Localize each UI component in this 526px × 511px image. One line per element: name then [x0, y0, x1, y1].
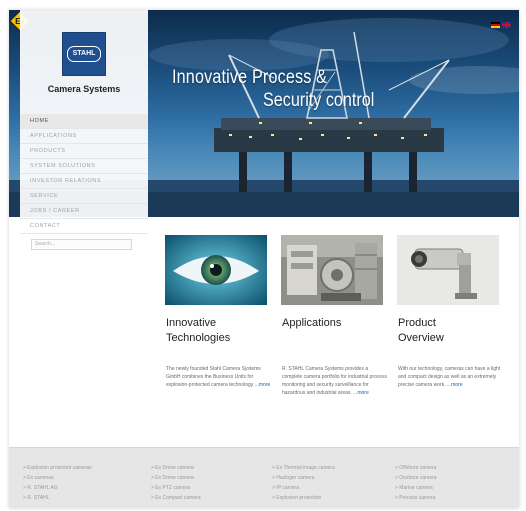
footer-column-3: > Ex Thermal image camera > Hazloger cam… [272, 463, 392, 503]
card-title-line: Applications [282, 317, 342, 329]
footer-link[interactable]: > Onshore camera [395, 473, 515, 483]
hero-headline-line-1: Innovative Process & [172, 67, 328, 88]
footer-link[interactable]: > Ex Thermal image camera [272, 463, 392, 473]
footer-column-4: > Offshore camera > Onshore camera > Mar… [395, 463, 515, 503]
innovative-technologies-image[interactable] [165, 235, 267, 305]
sidebar: STAHL Camera Systems HOME APPLICATIONS P… [20, 10, 148, 258]
language-switcher [491, 22, 511, 28]
footer-link[interactable]: > Ex Dome camera [151, 473, 271, 483]
footer-link[interactable]: > Ex Dome camera [151, 463, 271, 473]
more-link[interactable]: ...more [255, 382, 271, 388]
german-flag-icon[interactable] [491, 22, 500, 28]
footer-column-1: > Explosion protected cameras > Ex camer… [23, 463, 143, 503]
footer-link[interactable]: > Process camera [395, 493, 515, 503]
footer-link[interactable]: > R. STAHL AG [23, 483, 143, 493]
card-title-line: Overview [398, 332, 444, 344]
card-title-line: Technologies [166, 332, 231, 344]
brand-subtitle: Camera Systems [47, 84, 121, 94]
stahl-logo[interactable]: STAHL [62, 32, 106, 76]
nav-item-system-solutions[interactable]: SYSTEM SOLUTIONS [20, 159, 148, 174]
footer-link[interactable]: > Hazloger camera [272, 473, 392, 483]
footer-link[interactable]: > Explosion protection [272, 493, 392, 503]
footer-link[interactable]: > Offshore camera [395, 463, 515, 473]
nav-item-applications[interactable]: APPLICATIONS [20, 129, 148, 144]
footer: > Explosion protected cameras > Ex camer… [9, 447, 519, 508]
nav-item-contact[interactable]: CONTACT [20, 219, 148, 234]
nav-item-service[interactable]: SERVICE [20, 189, 148, 204]
card-title-line: Product [398, 317, 436, 329]
footer-column-2: > Ex Dome camera > Ex Dome camera > Ex P… [151, 463, 271, 503]
product-overview-image[interactable] [397, 235, 499, 305]
more-link[interactable]: ...more [353, 390, 369, 396]
card-title-line: Innovative [166, 317, 217, 329]
nav-item-home[interactable]: HOME [20, 114, 148, 129]
footer-link[interactable]: > Explosion protected cameras [23, 463, 143, 473]
logo-text: STAHL [67, 46, 101, 62]
card-body: R. STAHL Camera Systems provides a compl… [282, 366, 388, 396]
card-text-innovative: The newly founded Stahl Camera Systems G… [166, 365, 272, 389]
main-nav: HOME APPLICATIONS PRODUCTS SYSTEM SOLUTI… [20, 114, 148, 234]
card-text-applications: R. STAHL Camera Systems provides a compl… [282, 365, 388, 397]
nav-item-jobs-career[interactable]: JOBS / CAREER [20, 204, 148, 219]
uk-flag-icon[interactable] [502, 22, 511, 28]
hero-headline-line-2: Security control [263, 90, 375, 111]
footer-link[interactable]: > Marine camera [395, 483, 515, 493]
nav-item-investor-relations[interactable]: INVESTOR RELATIONS [20, 174, 148, 189]
card-title-innovative: Innovative Technologies [166, 316, 230, 346]
card-title-product-overview: Product Overview [398, 316, 444, 346]
search-input[interactable]: Search... [31, 239, 132, 250]
footer-link[interactable]: > Ex cameras [23, 473, 143, 483]
footer-link[interactable]: > Ex PTZ camera [151, 483, 271, 493]
page: Innovative Process & Security control Ex… [9, 10, 519, 508]
card-body: The newly founded Stahl Camera Systems G… [166, 366, 261, 388]
card-text-product-overview: With our technology, cameras can have a … [398, 365, 504, 389]
footer-link[interactable]: > R. STAHL [23, 493, 143, 503]
card-title-applications: Applications [282, 316, 341, 331]
footer-link[interactable]: > Ex Compact camera [151, 493, 271, 503]
footer-link[interactable]: > IP camera [272, 483, 392, 493]
nav-item-products[interactable]: PRODUCTS [20, 144, 148, 159]
more-link[interactable]: ...more [447, 382, 463, 388]
applications-image[interactable] [281, 235, 383, 305]
